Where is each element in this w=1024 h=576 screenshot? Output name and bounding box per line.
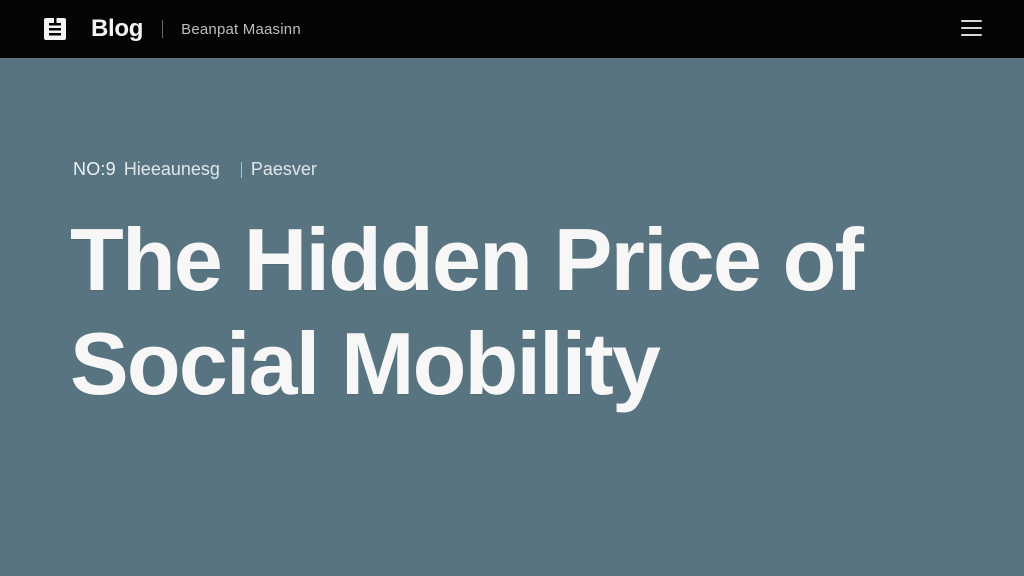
menu-line-middle-icon bbox=[961, 27, 982, 29]
article-section-link[interactable]: Hieeaunesg bbox=[124, 159, 220, 180]
blog-label: Blog bbox=[91, 15, 144, 42]
menu-line-bottom-icon bbox=[961, 34, 982, 36]
article-hero: NO:9 Hieeaunesg Paesver The Hidden Price… bbox=[0, 58, 1024, 576]
hamburger-menu-button[interactable] bbox=[961, 18, 982, 38]
document-icon bbox=[41, 15, 69, 43]
publication-name-link[interactable]: Beanpat Maasinn bbox=[181, 21, 301, 38]
menu-line-top-icon bbox=[961, 20, 982, 22]
article-title-line-1: The Hidden Price of bbox=[70, 210, 864, 309]
article-title: The Hidden Price of Social Mobility bbox=[70, 208, 970, 416]
header-divider bbox=[162, 20, 164, 38]
article-meta: NO:9 Hieeaunesg Paesver bbox=[73, 159, 317, 180]
article-title-line-2: Social Mobility bbox=[70, 314, 661, 413]
blog-home-link[interactable]: Blog bbox=[41, 15, 143, 43]
top-navigation-bar: Blog Beanpat Maasinn bbox=[0, 0, 1024, 58]
meta-divider bbox=[240, 161, 242, 178]
issue-number: NO:9 bbox=[73, 159, 116, 179]
article-category-link[interactable]: Paesver bbox=[251, 159, 317, 180]
